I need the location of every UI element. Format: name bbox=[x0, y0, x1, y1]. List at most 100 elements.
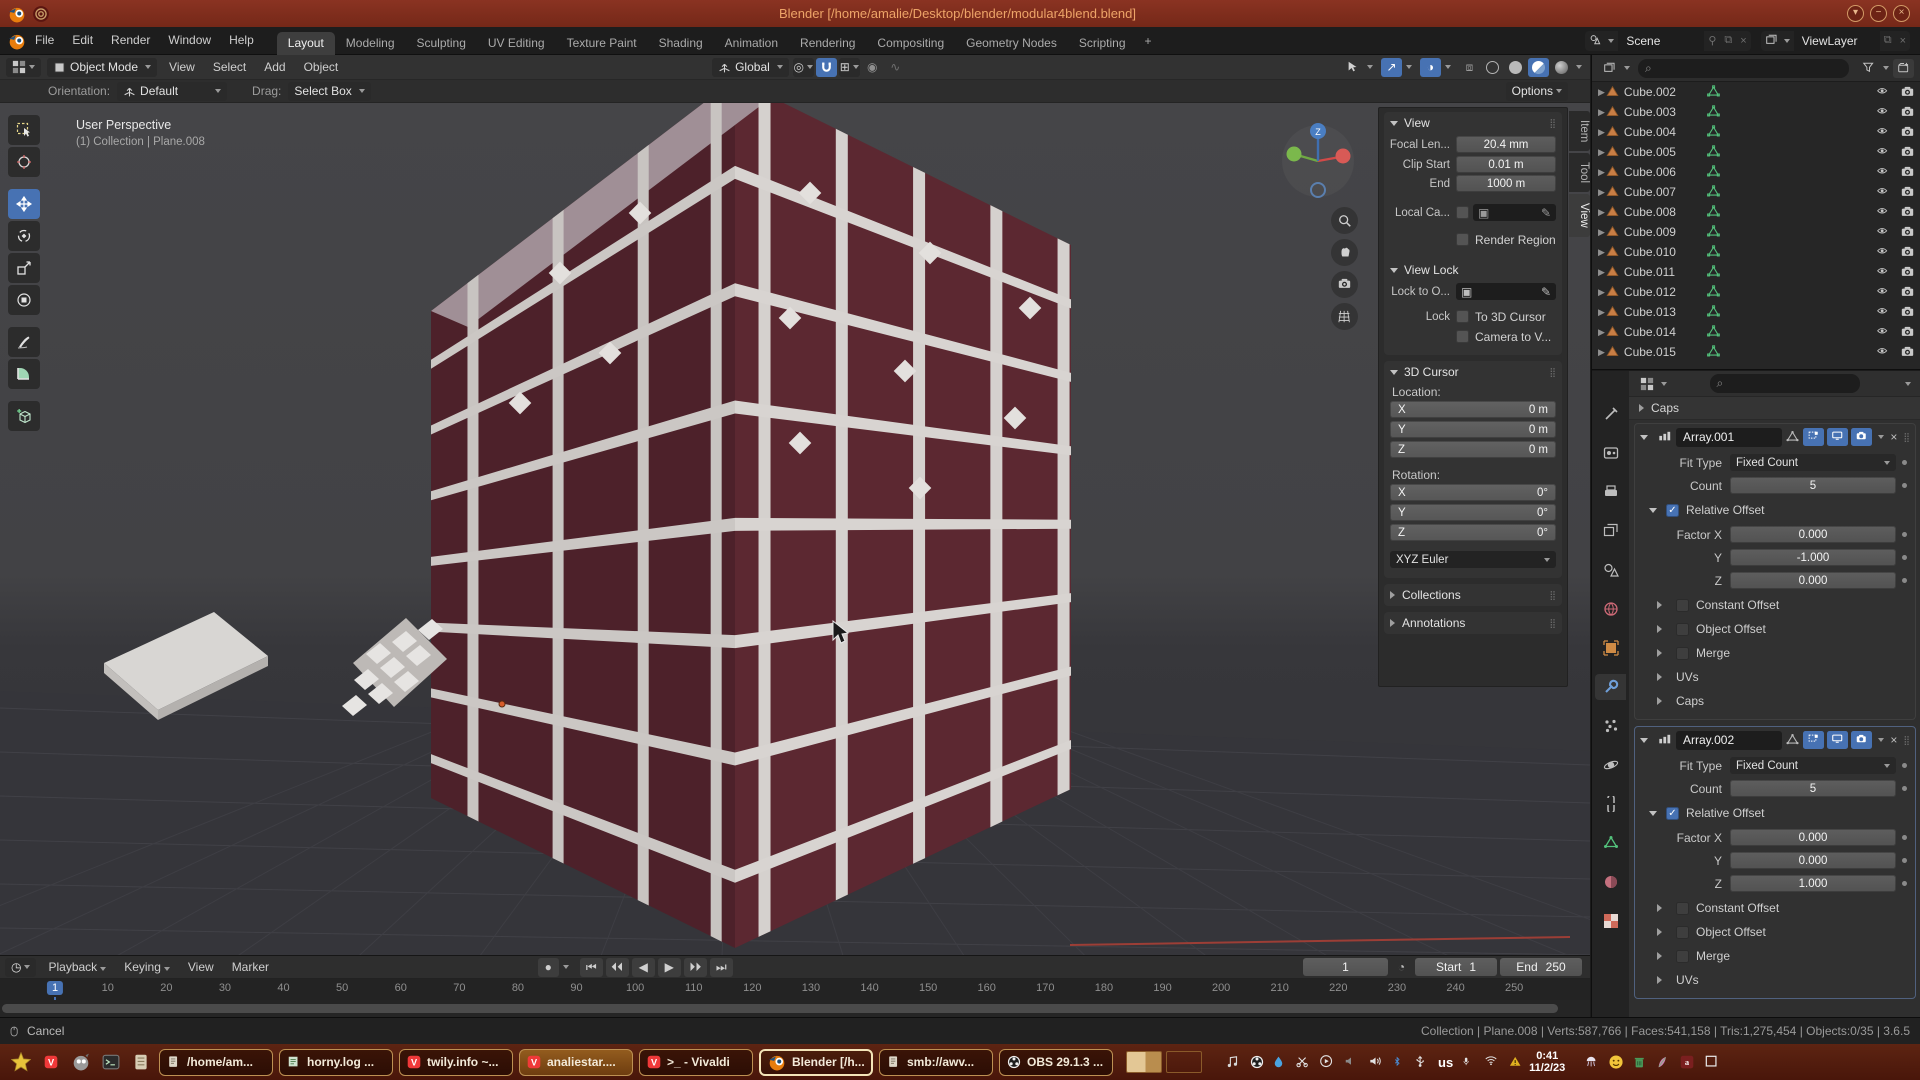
collections-panel-header[interactable]: Collections⣿ bbox=[1384, 584, 1562, 606]
clip-start-field[interactable]: 0.01 m bbox=[1456, 156, 1556, 173]
tray-feather-icon[interactable] bbox=[1657, 1055, 1670, 1070]
outliner-row[interactable]: ▶ Cube.008 bbox=[1592, 202, 1920, 222]
outliner-row[interactable]: ▶ Cube.009 bbox=[1592, 222, 1920, 242]
workspace-tab-geometry-nodes[interactable]: Geometry Nodes bbox=[955, 32, 1068, 55]
subpanel-uvs[interactable]: UVs bbox=[1635, 665, 1915, 689]
new-collection-button[interactable] bbox=[1893, 59, 1914, 78]
disable-render-icon[interactable] bbox=[1900, 226, 1915, 239]
taskbar-window-twily-info-[interactable]: Vtwily.info ~... bbox=[399, 1049, 513, 1076]
navigation-gizmo[interactable]: Z bbox=[1272, 111, 1364, 203]
properties-tab-texture[interactable] bbox=[1595, 908, 1626, 934]
viewport-menu-add[interactable]: Add bbox=[255, 54, 294, 81]
modifier-grip-icon[interactable]: ⣿ bbox=[1903, 735, 1910, 746]
workspace-pager[interactable] bbox=[1126, 1051, 1202, 1073]
hide-eye-icon[interactable] bbox=[1875, 107, 1890, 118]
vivaldi-launcher-icon[interactable]: V bbox=[39, 1050, 63, 1074]
zoom-button[interactable] bbox=[1331, 207, 1358, 234]
expand-icon[interactable]: ▶ bbox=[1598, 247, 1605, 258]
sidebar-tab-view[interactable]: View bbox=[1569, 194, 1590, 237]
prev-keyframe-button[interactable]: ⏴⏴ bbox=[606, 958, 629, 977]
animate-dot-icon[interactable] bbox=[1902, 763, 1907, 768]
lock-camera-to-view-checkbox[interactable] bbox=[1456, 330, 1469, 343]
workspace-tab-sculpting[interactable]: Sculpting bbox=[406, 32, 477, 55]
remove-viewlayer-icon[interactable]: × bbox=[1896, 35, 1910, 47]
properties-tab-material[interactable] bbox=[1595, 869, 1626, 895]
object-name[interactable]: Cube.014 bbox=[1624, 325, 1698, 339]
expand-icon[interactable]: ▶ bbox=[1598, 347, 1605, 358]
outliner-search-input[interactable]: ⌕ bbox=[1638, 59, 1849, 78]
transform-orientation-dropdown[interactable]: Global bbox=[712, 58, 789, 77]
disable-render-icon[interactable] bbox=[1900, 186, 1915, 199]
play-reverse-button[interactable]: ◀ bbox=[632, 958, 655, 977]
subpanel-checkbox[interactable] bbox=[1676, 623, 1689, 636]
viewlayer-name[interactable]: ViewLayer bbox=[1794, 31, 1880, 51]
visibility-dropdown[interactable] bbox=[1342, 58, 1363, 77]
tray-warning-icon[interactable] bbox=[1509, 1056, 1523, 1069]
hide-eye-icon[interactable] bbox=[1875, 267, 1890, 278]
properties-tab-modifiers[interactable] bbox=[1595, 674, 1626, 700]
outliner-row[interactable]: ▶ Cube.003 bbox=[1592, 102, 1920, 122]
outliner-row[interactable]: ▶ Cube.015 bbox=[1592, 342, 1920, 362]
expand-icon[interactable]: ▶ bbox=[1598, 187, 1605, 198]
snap-toggle[interactable] bbox=[816, 58, 837, 77]
relative-offset-checkbox[interactable]: ✓ bbox=[1666, 807, 1679, 820]
subpanel-caps[interactable]: Caps bbox=[1635, 689, 1915, 713]
animate-dot-icon[interactable] bbox=[1902, 483, 1907, 488]
local-camera-checkbox[interactable] bbox=[1456, 206, 1469, 219]
tool-measure-button[interactable] bbox=[8, 359, 40, 389]
local-camera-object-field[interactable]: ▣ ✎ bbox=[1473, 204, 1556, 221]
disable-render-icon[interactable] bbox=[1900, 246, 1915, 259]
subpanel-constant-offset[interactable]: Constant Offset bbox=[1635, 593, 1915, 617]
snap-target-dropdown[interactable]: ⊞ bbox=[839, 58, 860, 77]
tray-obs-icon[interactable] bbox=[1250, 1055, 1264, 1069]
tray-wifi-icon[interactable] bbox=[1483, 1056, 1499, 1068]
edit-mode-display-icon[interactable] bbox=[1785, 430, 1800, 444]
subpanel-uvs[interactable]: UVs bbox=[1635, 968, 1915, 992]
taskbar-window-smb-awv-[interactable]: smb://awv... bbox=[879, 1049, 993, 1076]
disable-render-icon[interactable] bbox=[1900, 266, 1915, 279]
display-in-editmode-toggle[interactable] bbox=[1803, 428, 1824, 446]
tray-jellyfish-icon[interactable] bbox=[1585, 1055, 1599, 1069]
shading-wireframe-button[interactable] bbox=[1482, 58, 1503, 77]
viewport-menu-select[interactable]: Select bbox=[204, 54, 255, 81]
frame-end-field[interactable]: End250 bbox=[1500, 958, 1582, 976]
sidebar-tab-item[interactable]: Item bbox=[1569, 111, 1590, 151]
workspace-tab-shading[interactable]: Shading bbox=[648, 32, 714, 55]
editor-type-button[interactable] bbox=[6, 58, 41, 77]
disable-render-icon[interactable] bbox=[1900, 86, 1915, 99]
workspace-tab-animation[interactable]: Animation bbox=[714, 32, 789, 55]
tool-rotate-button[interactable] bbox=[8, 221, 40, 251]
proportional-edit-toggle[interactable]: ◉ bbox=[862, 58, 883, 77]
drag-dropdown[interactable]: Select Box bbox=[288, 82, 370, 101]
workspace-tab-rendering[interactable]: Rendering bbox=[789, 32, 866, 55]
disable-render-icon[interactable] bbox=[1900, 206, 1915, 219]
taskbar-window-blender-h-[interactable]: Blender [/h... bbox=[759, 1049, 873, 1076]
timeline-scrollbar-handle[interactable] bbox=[2, 1004, 1558, 1013]
fit-type-dropdown[interactable]: Fixed Count bbox=[1730, 757, 1896, 774]
shading-solid-button[interactable] bbox=[1505, 58, 1526, 77]
factor-z-field[interactable]: 1.000 bbox=[1730, 875, 1896, 892]
cursor-location-z-field[interactable]: Z0 m bbox=[1390, 441, 1556, 458]
disable-render-icon[interactable] bbox=[1900, 166, 1915, 179]
clock[interactable]: 0:41 11/2/23 bbox=[1529, 1050, 1565, 1074]
properties-tab-world[interactable] bbox=[1595, 596, 1626, 622]
menu-star-icon[interactable] bbox=[9, 1050, 33, 1074]
timeline-scrollbar[interactable] bbox=[0, 1000, 1590, 1017]
jump-to-end-button[interactable]: ⏭ bbox=[710, 958, 733, 977]
minimize-window-button[interactable]: − bbox=[1870, 5, 1887, 22]
expand-icon[interactable]: ▶ bbox=[1598, 267, 1605, 278]
workspace-tab-texture-paint[interactable]: Texture Paint bbox=[556, 32, 648, 55]
subpanel-merge[interactable]: Merge bbox=[1635, 944, 1915, 968]
animate-dot-icon[interactable] bbox=[1902, 858, 1907, 863]
subpanel-checkbox[interactable] bbox=[1676, 599, 1689, 612]
disable-render-icon[interactable] bbox=[1900, 286, 1915, 299]
pager-desktop-2[interactable] bbox=[1166, 1051, 1202, 1073]
subpanel-checkbox[interactable] bbox=[1676, 950, 1689, 963]
lock-to-object-field[interactable]: ▣ ✎ bbox=[1456, 283, 1556, 300]
expand-icon[interactable]: ▶ bbox=[1598, 307, 1605, 318]
mode-dropdown[interactable]: Object Mode bbox=[47, 58, 157, 77]
hide-eye-icon[interactable] bbox=[1875, 247, 1890, 258]
cursor-rotation-y-field[interactable]: Y0° bbox=[1390, 504, 1556, 521]
tray-trash-icon[interactable] bbox=[1634, 1055, 1647, 1070]
object-name[interactable]: Cube.011 bbox=[1624, 265, 1698, 279]
